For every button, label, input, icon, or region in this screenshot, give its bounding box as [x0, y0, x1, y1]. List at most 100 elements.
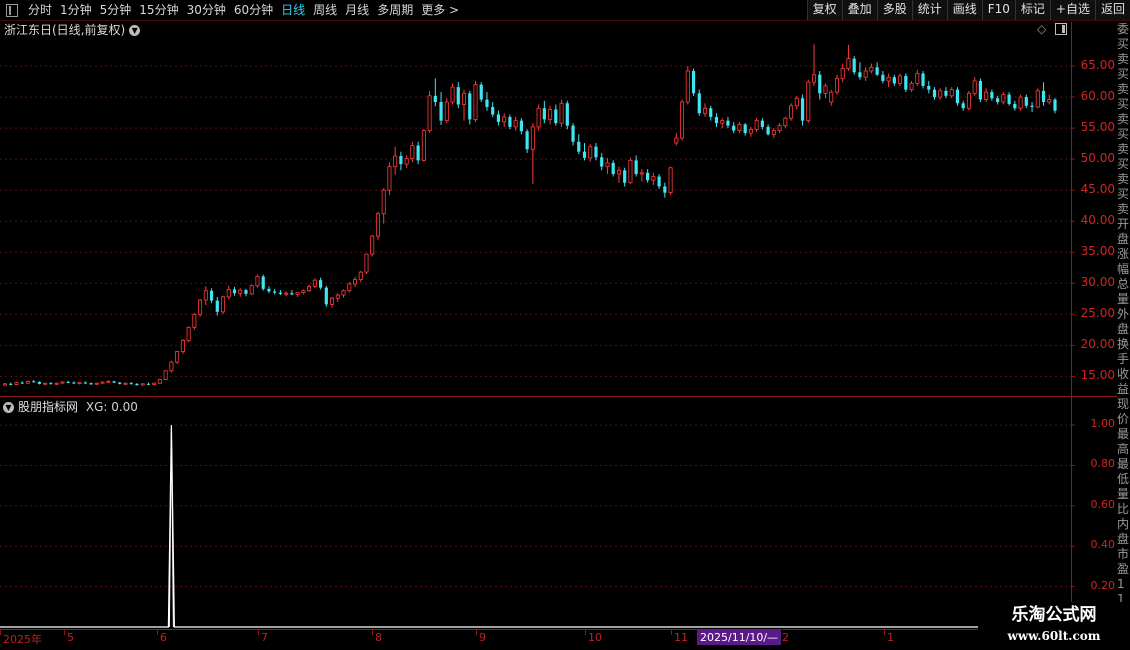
kline-chart[interactable]	[0, 0, 1130, 650]
candle-body	[1053, 99, 1057, 111]
candle-body	[341, 290, 346, 296]
candle	[542, 100, 546, 124]
tab-period-2[interactable]: 5分钟	[96, 0, 136, 20]
indicator-chevron-icon[interactable]: ▼	[3, 402, 14, 413]
candle	[135, 383, 139, 386]
candle-body	[37, 381, 42, 384]
candle-body	[381, 189, 386, 215]
toolbar-button-1[interactable]: 叠加	[841, 0, 877, 20]
candle	[347, 282, 352, 293]
candle-body	[915, 73, 920, 84]
candle-body	[66, 381, 70, 383]
tab-period-9[interactable]: 多周期	[373, 0, 417, 20]
toolbar-button-2[interactable]: 多股	[876, 0, 912, 20]
candle	[513, 116, 518, 131]
tab-period-0[interactable]: 分时	[24, 0, 56, 20]
price-tick-label: 60.00	[1080, 89, 1115, 104]
candle-body	[352, 279, 357, 285]
candle	[186, 326, 191, 343]
candle	[100, 381, 105, 384]
candle-body	[479, 84, 483, 100]
price-tick-label: 45.00	[1080, 182, 1115, 197]
candle-body	[1001, 94, 1006, 103]
tab-period-10[interactable]: 更多 >	[417, 0, 463, 20]
tab-period-1[interactable]: 1分钟	[56, 0, 96, 20]
candle	[875, 62, 879, 76]
candle	[863, 67, 868, 81]
candle-body	[375, 213, 380, 237]
candle	[221, 295, 226, 315]
candle	[94, 382, 99, 386]
tab-period-5[interactable]: 60分钟	[230, 0, 277, 20]
date-label: 7	[261, 631, 268, 644]
candle	[938, 88, 943, 100]
candle	[582, 143, 587, 161]
candle	[106, 380, 111, 383]
candle	[421, 129, 426, 162]
candle	[496, 110, 501, 126]
candle-body	[169, 361, 174, 372]
tab-period-3[interactable]: 15分钟	[135, 0, 182, 20]
candle	[748, 126, 753, 137]
candle	[473, 80, 478, 122]
candle	[118, 381, 122, 385]
candle-body	[123, 382, 128, 385]
candle	[898, 73, 903, 86]
candle-body	[496, 114, 501, 122]
candle-body	[318, 280, 323, 288]
toolbar-button-6[interactable]: 标记	[1014, 0, 1050, 20]
toolbar-button-3[interactable]: 统计	[911, 0, 947, 20]
candle	[43, 382, 48, 386]
candle	[611, 160, 615, 177]
candle	[444, 98, 449, 124]
diamond-icon[interactable]: ◇	[1037, 22, 1046, 36]
date-label: 1	[887, 631, 894, 644]
candle	[89, 382, 93, 386]
indicator-name: 股朋指标网	[18, 400, 79, 414]
price-tick-label: 35.00	[1080, 244, 1115, 259]
candle-body	[330, 297, 335, 305]
tab-period-6[interactable]: 日线	[277, 0, 309, 20]
candle	[37, 381, 42, 385]
candle	[806, 79, 811, 124]
toolbar-button-4[interactable]: 画线	[946, 0, 982, 20]
candle	[393, 146, 398, 175]
date-label: 6	[160, 631, 167, 644]
candle-body	[714, 116, 719, 124]
date-label: 2025年	[3, 633, 42, 646]
tab-period-4[interactable]: 30分钟	[183, 0, 230, 20]
candle	[674, 133, 679, 146]
candle	[20, 381, 24, 384]
candle-body	[743, 124, 747, 134]
candle-body	[783, 117, 788, 127]
candle	[1018, 94, 1023, 111]
candle-body	[129, 383, 133, 385]
tab-period-7[interactable]: 周线	[309, 0, 341, 20]
candle-body	[450, 86, 455, 103]
candle-body	[255, 276, 260, 287]
candle-body	[732, 125, 736, 131]
price-tick-label: 50.00	[1080, 151, 1115, 166]
candle-body	[244, 290, 248, 294]
tab-period-8[interactable]: 月线	[341, 0, 373, 20]
window-toggle-icon[interactable]	[1055, 23, 1067, 35]
candle-body	[358, 271, 363, 280]
chevron-down-icon[interactable]: ▼	[129, 25, 141, 36]
candle	[175, 350, 180, 364]
candle	[818, 71, 822, 100]
candle-body	[881, 74, 885, 81]
candle-body	[410, 145, 415, 159]
candle-body	[565, 103, 569, 126]
candle	[892, 74, 896, 86]
toolbar-button-7[interactable]: +自选	[1049, 0, 1095, 20]
candle-body	[519, 120, 523, 132]
candle-body	[118, 382, 122, 384]
candle-body	[748, 128, 753, 134]
candle-body	[312, 279, 317, 287]
candle-body	[14, 382, 19, 385]
toolbar-button-5[interactable]: F10	[981, 0, 1015, 20]
toolbar-button-0[interactable]: 复权	[806, 0, 842, 20]
sidebar-toggle-icon[interactable]	[6, 3, 18, 17]
toolbar-button-8[interactable]: 返回	[1094, 0, 1130, 20]
candle	[783, 116, 788, 129]
